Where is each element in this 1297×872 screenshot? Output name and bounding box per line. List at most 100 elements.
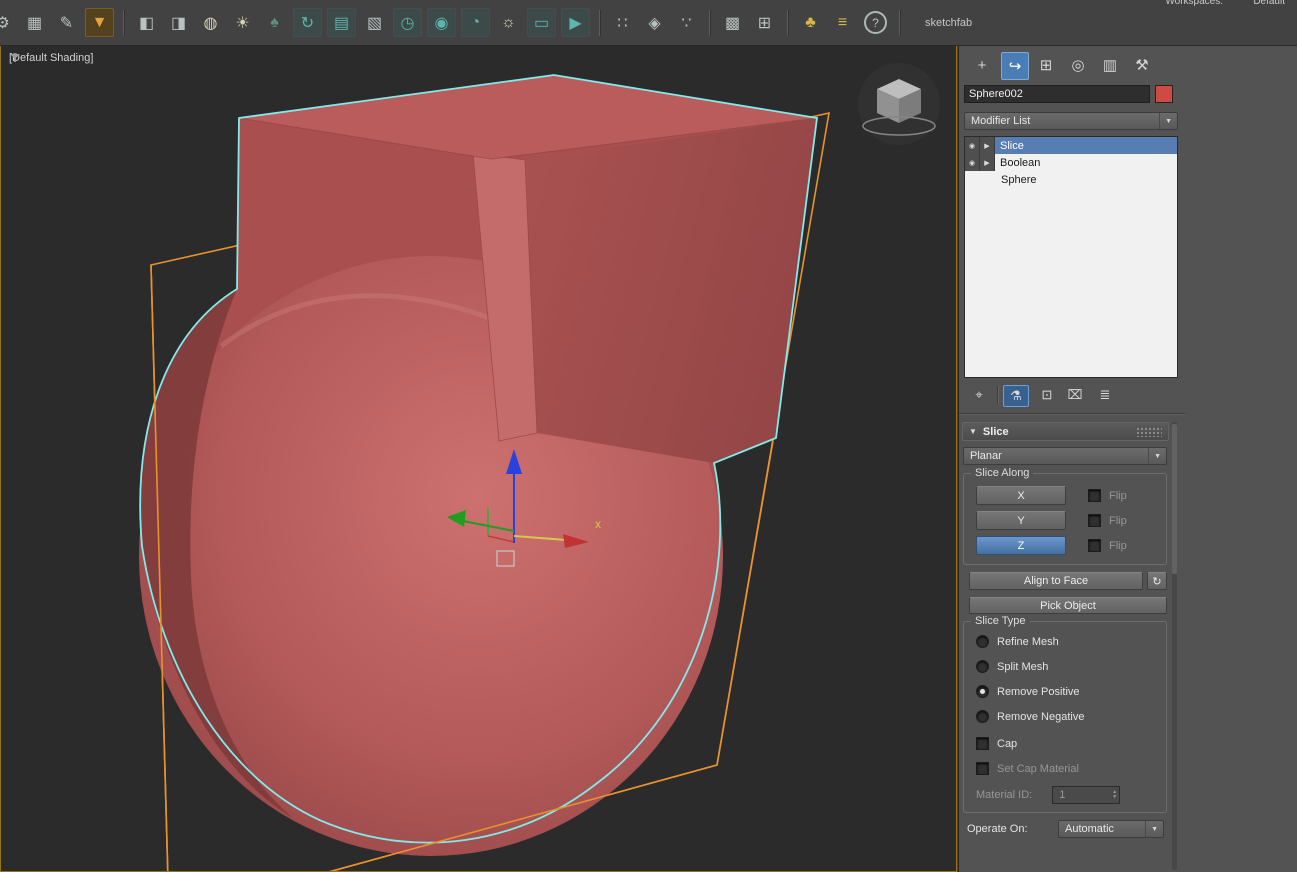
refine-mesh-radio[interactable] [976, 635, 989, 648]
toolbar-separator [899, 9, 900, 36]
panel-divider [959, 413, 1185, 414]
stack-row-label[interactable]: Boolean [995, 154, 1177, 171]
viewport-shading-label[interactable]: [Default Shading] [9, 52, 93, 64]
object-name-field[interactable] [964, 85, 1150, 103]
remove-negative-radio[interactable] [976, 710, 989, 723]
modifier-stack: ◉ ▶ Slice ◉ ▶ Boolean Sphere [964, 136, 1178, 378]
schematic-icon[interactable]: ⊞ [751, 9, 778, 36]
idea-bulb-icon[interactable]: ☼ [495, 9, 522, 36]
tab-hierarchy[interactable]: ⊞ [1033, 52, 1059, 78]
camera-toggle-icon[interactable]: ◧ [133, 9, 160, 36]
slice-axis-y-button[interactable]: Y [976, 511, 1066, 530]
flip-x-checkbox [1088, 489, 1101, 502]
expand-arrow-icon[interactable]: ▶ [980, 137, 995, 154]
set-cap-material-checkbox [976, 762, 989, 775]
help-icon[interactable]: ? [864, 11, 887, 34]
split-mesh-radio[interactable] [976, 660, 989, 673]
eye-icon[interactable]: ◉ [965, 137, 980, 154]
rollout-title: Slice [982, 425, 1009, 438]
sun-icon[interactable]: ☀ [229, 9, 256, 36]
flip-z-checkbox [1088, 539, 1101, 552]
forest-tool-icon[interactable]: ♣ [797, 9, 824, 36]
align-sync-icon[interactable]: ↻ [1147, 572, 1167, 590]
uvw-checker-icon[interactable]: ▩ [719, 9, 746, 36]
toolbar-separator [787, 9, 788, 36]
group-title: Slice Along [971, 467, 1034, 479]
chevron-down-icon: ▼ [1148, 448, 1166, 464]
scatter-icon[interactable]: ∵ [673, 9, 700, 36]
viewport-filter-icon[interactable] [9, 52, 21, 64]
refine-mesh-label: Refine Mesh [997, 635, 1059, 648]
stack-toolbar-separator [997, 386, 998, 404]
pin-stack-icon[interactable]: ⌖ [967, 385, 991, 405]
modifier-list-label: Modifier List [971, 115, 1031, 127]
3ds-max-window: Workspaces: Default ⚙ ▦ ✎ ▼ ◧ ◨ ◍ ☀ ♠ ↻ … [0, 0, 1297, 872]
script-editor-icon[interactable]: ✎ [53, 9, 80, 36]
scene-settings-icon[interactable]: ⚙ [0, 9, 16, 36]
modifier-list-dropdown[interactable]: Modifier List ▼ [964, 112, 1178, 130]
refresh-box-icon[interactable]: ↻ [293, 8, 322, 37]
scene-object-sphere002[interactable] [139, 74, 819, 856]
palette-icon[interactable]: ◔ [461, 8, 490, 37]
show-end-result-icon[interactable]: ⚗ [1003, 385, 1029, 407]
eye-icon[interactable]: ◉ [965, 154, 980, 171]
workspaces-label: Workspaces: [1165, 0, 1223, 7]
operate-on-value: Automatic [1065, 823, 1114, 835]
pick-object-button[interactable]: Pick Object [969, 597, 1167, 614]
viewcube[interactable] [858, 63, 940, 145]
rollout-grip [1136, 426, 1162, 437]
list-box-icon[interactable]: ▤ [327, 8, 356, 37]
spinner-arrows-icon: ▲ ▼ [1112, 789, 1118, 800]
scene-explorer-icon[interactable]: ▦ [21, 9, 48, 36]
remove-positive-radio[interactable] [976, 685, 989, 698]
align-to-face-button[interactable]: Align to Face [969, 572, 1143, 590]
operate-on-dropdown[interactable]: Automatic ▼ [1058, 820, 1164, 838]
scrollbar-thumb[interactable] [1172, 424, 1177, 574]
viewport[interactable]: x [Default Shading] [0, 45, 957, 872]
foliage-icon[interactable]: ♠ [261, 9, 288, 36]
tab-utilities[interactable]: ⚒ [1129, 52, 1155, 78]
axis-x-label: x [595, 517, 601, 531]
panel-scrollbar[interactable] [1172, 422, 1177, 870]
video-monitor-icon[interactable]: ▶ [561, 8, 590, 37]
flip-label: Flip [1109, 514, 1127, 527]
slice-axis-x-button[interactable]: X [976, 486, 1066, 505]
material-id-label: Material ID: [976, 789, 1033, 801]
make-unique-icon[interactable]: ⊡ [1035, 385, 1059, 405]
expand-arrow-icon[interactable]: ▶ [980, 154, 995, 171]
cap-checkbox[interactable] [976, 737, 989, 750]
collapse-arrow-icon: ▼ [969, 427, 977, 436]
slice-plane-type-dropdown[interactable]: Planar ▼ [963, 447, 1167, 465]
asset-container-icon[interactable]: ▼ [85, 8, 114, 37]
stack-row-slice[interactable]: ◉ ▶ Slice [965, 137, 1177, 154]
particle-flow-icon[interactable]: ∷ [609, 9, 636, 36]
tab-modify[interactable]: ↪ [1001, 52, 1029, 80]
annotate-icon[interactable]: ▧ [361, 9, 388, 36]
tab-create[interactable]: + [969, 52, 995, 78]
camera-sync-icon[interactable]: ◨ [165, 9, 192, 36]
cap-label: Cap [997, 737, 1018, 750]
slice-rollout-header[interactable]: ▼ Slice [962, 422, 1169, 441]
remove-modifier-icon[interactable]: ⌧ [1063, 385, 1087, 405]
gizmo-diamond-icon[interactable]: ◈ [641, 9, 668, 36]
tab-display[interactable]: ▥ [1097, 52, 1123, 78]
workspace-selector[interactable]: Default [1253, 0, 1285, 7]
tab-motion[interactable]: ◎ [1065, 52, 1091, 78]
stack-row-sphere[interactable]: Sphere [965, 171, 1177, 188]
timer-icon[interactable]: ◷ [393, 8, 422, 37]
object-color-swatch[interactable] [1155, 85, 1173, 103]
stack-row-label[interactable]: Sphere [965, 171, 1177, 188]
yellow-list-icon[interactable]: ≡ [829, 9, 856, 36]
flip-y-checkbox [1088, 514, 1101, 527]
stack-row-boolean[interactable]: ◉ ▶ Boolean [965, 154, 1177, 171]
toolbar-icon-row: ⚙ ▦ ✎ ▼ ◧ ◨ ◍ ☀ ♠ ↻ ▤ ▧ ◷ ◉ ◔ ☼ ▭ ▶ ∷ ◈ … [0, 8, 972, 37]
chevron-down-icon: ▼ [1145, 821, 1163, 837]
display-monitor-icon[interactable]: ▭ [527, 8, 556, 37]
sketchfab-label[interactable]: sketchfab [925, 17, 972, 29]
toolbar-separator [599, 9, 600, 36]
render-sphere-icon[interactable]: ◉ [427, 8, 456, 37]
light-bulb-icon[interactable]: ◍ [197, 9, 224, 36]
stack-row-label[interactable]: Slice [995, 137, 1177, 154]
configure-modifier-sets-icon[interactable]: ≣ [1093, 385, 1117, 405]
slice-axis-z-button[interactable]: Z [976, 536, 1066, 555]
